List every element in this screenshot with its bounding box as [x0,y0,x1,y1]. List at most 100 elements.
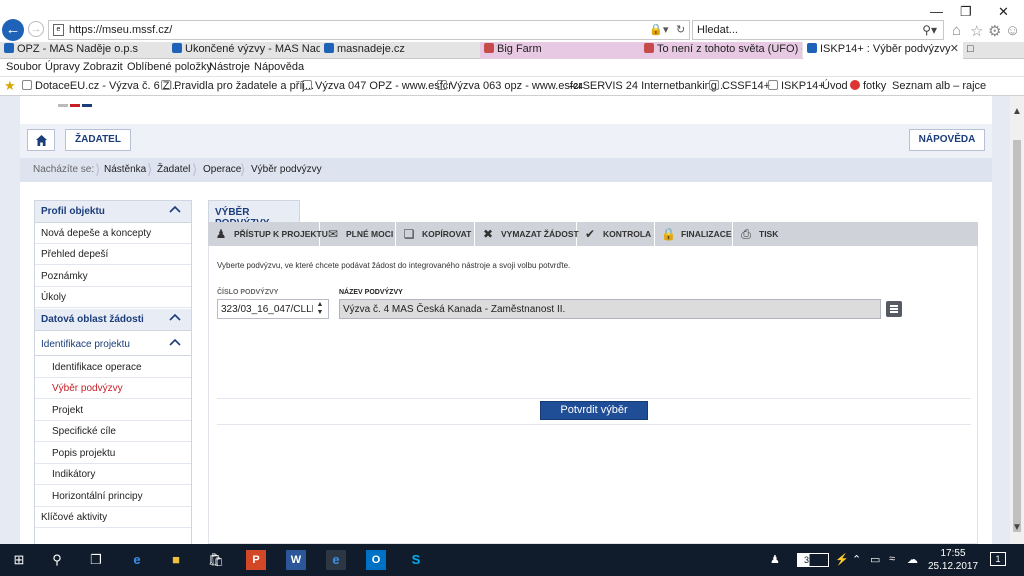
finalizace-button[interactable]: 🔒 FINALIZACE [655,222,733,246]
napoveda-button[interactable]: NÁPOVĚDA [909,129,985,151]
sidebar-section-profil[interactable]: Profil objektu [35,201,191,223]
fav-fotky[interactable]: fotky [850,80,886,92]
fav-uvod[interactable]: Úvod [822,80,848,92]
fav-iskp14[interactable]: ISKP14+ [768,80,825,92]
address-bar[interactable]: e https://mseu.mssf.cz/ 🔒 ▾ ↻ [48,20,690,40]
notification-icon[interactable]: 1 [990,552,1006,566]
favicon-icon [437,80,447,90]
tisk-button[interactable]: ⎙ TISK [733,222,793,246]
star-icon[interactable]: ☆ [970,22,983,40]
breadcrumb-operace[interactable]: Operace [203,164,241,175]
vymazat-zadost-button[interactable]: ✖ VYMAZAT ŽÁDOST [475,222,579,246]
breadcrumb-zadatel[interactable]: Žadatel [157,164,190,175]
chevron-up-icon[interactable]: ⌃ [852,553,861,566]
powerpoint-icon[interactable]: P [246,550,266,570]
fav-dotaceeu[interactable]: DotaceEU.cz - Výzva č. 6 Zl... [22,80,181,92]
sidebar-item-indikatory[interactable]: Indikátory [35,464,191,485]
stepper-icon[interactable]: ▲ ▼ [315,301,325,317]
fav-vyzva-047[interactable]: Výzva 047 OPZ - www.esfcr [302,80,452,92]
sidebar-item-vyber-podvyzvy[interactable]: Výběr podvýzvy [35,378,191,399]
sidebar-item-poznamky[interactable]: Poznámky [35,266,191,287]
close-tab-icon[interactable]: ✕ [950,42,959,57]
sidebar-item-prehled-depesi[interactable]: Přehled depeší [35,244,191,265]
wifi-icon[interactable]: ≈ [889,553,895,565]
plne-moci-button[interactable]: ✉ PLNÉ MOCI [320,222,396,246]
zadatel-button[interactable]: ŽADATEL [65,129,131,151]
menu-soubor[interactable]: Soubor [6,61,41,73]
sidebar-item-ukoly[interactable]: Úkoly [35,287,191,308]
sidebar-item-popis-projektu[interactable]: Popis projektu [35,443,191,464]
menu-upravy[interactable]: Úpravy [45,61,80,73]
tab-ukoncene-vyzvy[interactable]: Ukončené výzvy - MAS Naděje ... [168,42,320,59]
home-button[interactable] [27,129,55,151]
search-box[interactable]: Hledat... ⚲▾ [692,20,944,40]
menu-zobrazit[interactable]: Zobrazit [83,61,123,73]
kopirovat-button[interactable]: ❏ KOPÍROVAT [396,222,475,246]
fav-cssf14[interactable]: CSSF14+ [709,80,770,92]
sidebar-item-identifikace-operace[interactable]: Identifikace operace [35,357,191,378]
tab-big-farm[interactable]: Big Farm [480,42,640,59]
minimize-button[interactable]: — [930,4,943,19]
back-button[interactable]: ← [2,19,24,41]
sidebar-item-nova-depese[interactable]: Nová depeše a koncepty [35,223,191,244]
lock-icon: 🔒 [649,24,663,36]
menu-oblibene[interactable]: Oblíbené položky [127,61,212,73]
restore-button[interactable]: ❐ [960,4,972,20]
tab-ufo[interactable]: To není z tohoto světa (UFO) - n... [640,42,802,59]
word-icon[interactable]: W [286,550,306,570]
tab-iskp14[interactable]: ISKP14+ : Výběr podvýzvy ✕ [803,42,963,59]
scroll-thumb[interactable] [1013,140,1021,532]
tab-masnadeje[interactable]: masnadeje.cz [320,42,480,59]
menu-napoveda[interactable]: Nápověda [254,61,304,73]
scroll-up-icon[interactable]: ▲ [1012,106,1022,117]
forward-button[interactable]: → [28,21,44,37]
network-icon[interactable]: ▭ [870,553,880,566]
toolbar-label: KOPÍROVAT [422,229,472,239]
file-explorer-icon[interactable]: ■ [166,550,186,570]
sidebar-item-projekt[interactable]: Projekt [35,400,191,421]
store-icon[interactable]: 🛍 [206,550,226,570]
sidebar-item-horizontalni-principy[interactable]: Horizontální principy [35,486,191,507]
battery-indicator[interactable]: 39% [797,553,829,567]
breadcrumb-nastenka[interactable]: Nástěnka [104,164,146,175]
gear-icon[interactable]: ⚙ [988,22,1001,40]
fav-servis24[interactable]: +24SERVIS 24 Internetbanking... [569,80,726,92]
page-scrollbar[interactable]: ▲ ▼ [1010,96,1024,544]
start-icon[interactable]: ⊞ [9,550,29,570]
refresh-icon[interactable]: ↻ [676,23,685,36]
skype-icon[interactable]: S [406,550,426,570]
fav-pravidla[interactable]: Pravidla pro žadatele a příj... [161,80,314,92]
people-icon[interactable]: ♟ [770,553,780,566]
smiley-icon[interactable]: ☺ [1005,22,1020,39]
sidebar-section-datova-oblast[interactable]: Datová oblast žádosti [35,309,191,331]
onedrive-icon[interactable]: ☁ [907,553,918,566]
panel-tab-vyber-podvyzvy[interactable]: VÝBĚR PODVÝZVY [208,200,300,229]
edge-icon[interactable]: e [127,550,147,570]
outlook-icon[interactable]: O [366,550,386,570]
internet-explorer-icon[interactable]: e [326,550,346,570]
pristup-k-projektu-button[interactable]: ♟ PŘÍSTUP K PROJEKTU [208,222,328,246]
kontrola-button[interactable]: ✔ KONTROLA [577,222,655,246]
fav-vyzva-063[interactable]: Výzva 063 opz - www.esfcr [437,80,582,92]
favorites-star-icon[interactable]: ★ [4,78,16,94]
dropdown-icon[interactable]: ▾ [663,23,669,36]
power-plug-icon[interactable]: ⚡ [835,553,849,566]
sidebar-item-label: Horizontální principy [52,491,143,502]
search-icon[interactable]: ⚲ [47,550,67,570]
new-tab-button[interactable]: □ [963,42,981,59]
fav-seznam-alb[interactable]: Seznam alb – rajce [892,80,986,92]
list-icon[interactable] [886,301,902,317]
home-icon[interactable]: ⌂ [952,22,961,39]
sidebar-item-specificke-cile[interactable]: Specifické cíle [35,421,191,442]
sidebar-item-klicove-aktivity[interactable]: Klíčové aktivity [35,507,191,528]
search-icon[interactable]: ⚲▾ [922,23,937,37]
close-window-button[interactable]: ✕ [998,4,1009,20]
taskbar-clock[interactable]: 17:55 25.12.2017 [928,547,978,573]
tab-opz[interactable]: OPZ - MAS Naděje o.p.s [0,42,168,59]
task-view-icon[interactable]: ❐ [86,550,106,570]
scroll-down-icon[interactable]: ▼ [1012,522,1022,533]
potvrdit-vyber-button[interactable]: Potvrdit výběr [540,401,648,420]
cislo-podvyzvy-field[interactable]: 323/03_16_047/CLLD_ ▲▼ [217,299,329,319]
sidebar-section-identifikace[interactable]: Identifikace projektu [35,334,191,356]
menu-nastroje[interactable]: Nástroje [209,61,250,73]
